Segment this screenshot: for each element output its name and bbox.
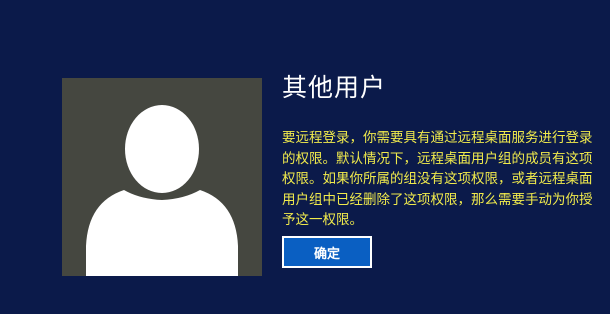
ok-button[interactable]: 确定 xyxy=(282,236,372,268)
user-silhouette-icon xyxy=(86,105,238,276)
error-message: 要远程登录，你需要具有通过远程桌面服务进行登录的权限。默认情况下，远程桌面用户组… xyxy=(282,130,593,228)
user-name: 其他用户 xyxy=(282,73,387,102)
user-avatar xyxy=(62,78,262,276)
